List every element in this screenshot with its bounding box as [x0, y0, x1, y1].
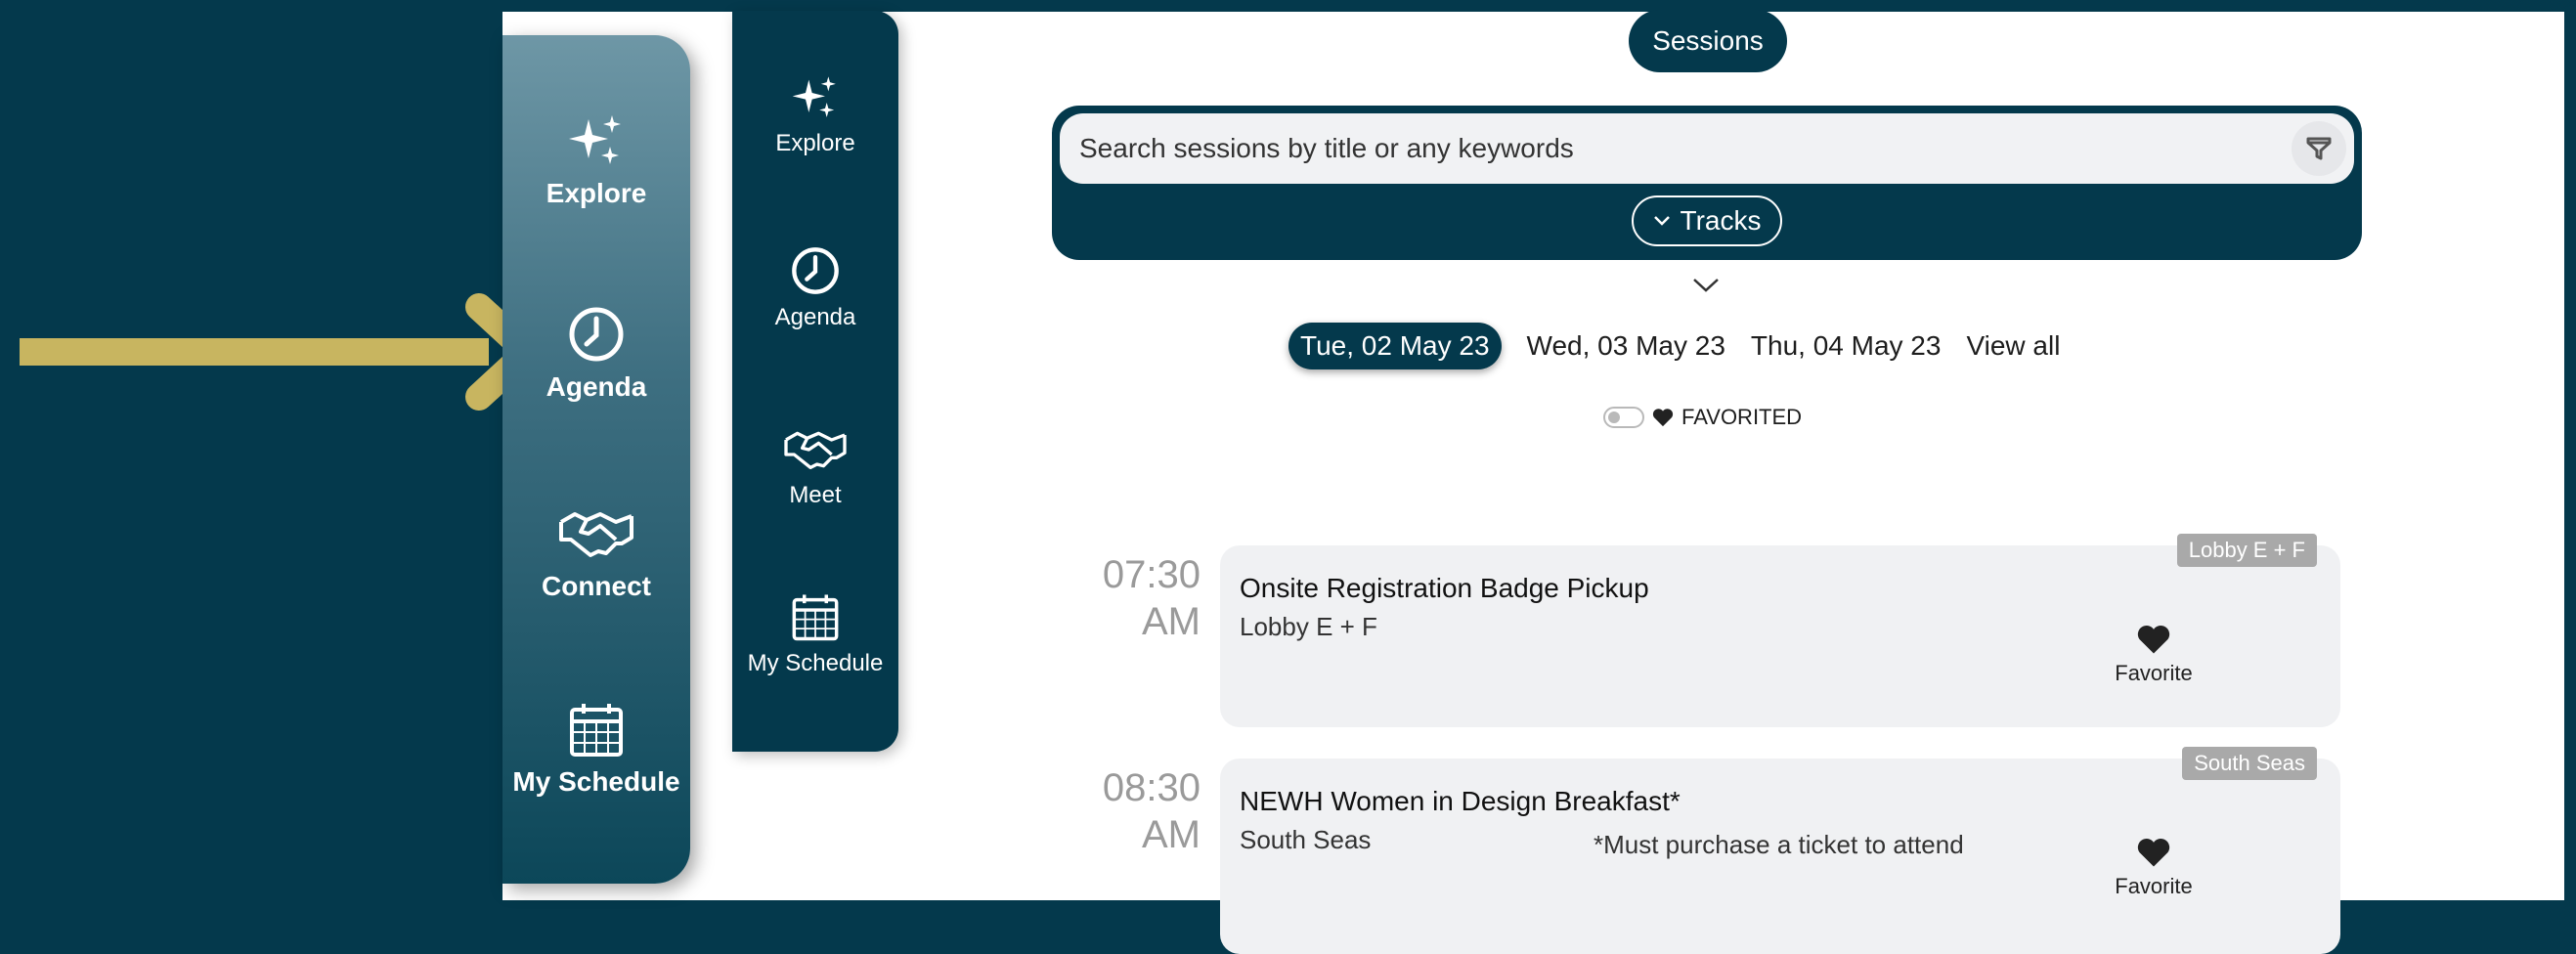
sidebar-item-label: My Schedule [512, 766, 680, 797]
favorite-button[interactable]: Favorite [2100, 624, 2207, 686]
view-all-tab[interactable]: View all [1966, 330, 2060, 362]
handshake-icon [559, 512, 633, 557]
favorite-label: Favorite [2115, 874, 2193, 898]
session-time: 08:30 AM [1093, 764, 1201, 858]
sidebar-item-my-schedule[interactable]: My Schedule [732, 591, 898, 677]
sidebar-item-meet[interactable]: Meet [732, 425, 898, 509]
sidebar-item-label: My Schedule [747, 650, 884, 676]
filter-button[interactable] [2292, 121, 2346, 176]
search-panel: Tracks [1052, 106, 2362, 260]
location-tag: Lobby E + F [2176, 534, 2317, 567]
handshake-icon [784, 431, 847, 469]
sidebar-item-label: Meet [789, 482, 842, 508]
sparkles-icon [792, 76, 836, 117]
time-value: 07:30 [1102, 553, 1201, 596]
sidebar-item-label: Explore [775, 130, 855, 156]
time-ampm: AM [1142, 600, 1201, 643]
session-time: 07:30 AM [1093, 551, 1201, 645]
clock-icon [792, 247, 839, 294]
heart-icon [2137, 626, 2170, 654]
sidebar-item-label: Agenda [546, 371, 647, 402]
session-title[interactable]: NEWH Women in Design Breakfast* [1240, 786, 1681, 817]
heart-icon [1652, 409, 1674, 427]
tracks-button[interactable]: Tracks [1632, 195, 1782, 246]
page-title[interactable]: Sessions [1629, 10, 1787, 72]
sidebar-item-explore[interactable]: Explore [502, 111, 690, 209]
sidebar-item-label: Explore [546, 178, 647, 208]
toggle-switch[interactable] [1603, 407, 1644, 428]
date-tabs: Tue, 02 May 23 Wed, 03 May 23 Thu, 04 Ma… [1288, 323, 2060, 369]
clock-icon [569, 307, 624, 362]
sparkles-icon [569, 115, 621, 164]
sidebar: Explore Agenda Meet My Schedule [732, 11, 898, 752]
session-card[interactable]: South Seas NEWH Women in Design Breakfas… [1220, 747, 2340, 954]
location-tag: South Seas [2182, 747, 2317, 780]
highlight-arrow [20, 293, 542, 411]
calendar-icon [570, 704, 623, 757]
tracks-label: Tracks [1680, 205, 1762, 236]
favorite-button[interactable]: Favorite [2100, 837, 2207, 899]
sidebar-item-connect[interactable]: Connect [502, 504, 690, 602]
sidebar-item-label: Agenda [774, 304, 856, 330]
favorited-toggle[interactable]: FAVORITED [1603, 405, 1802, 430]
search-input[interactable] [1060, 113, 2354, 184]
date-tab-selected[interactable]: Tue, 02 May 23 [1288, 323, 1502, 369]
session-location: Lobby E + F [1240, 612, 1377, 641]
session-note: *Must purchase a ticket to attend [1594, 830, 1964, 859]
sidebar-item-agenda[interactable]: Agenda [732, 245, 898, 331]
sidebar-item-explore[interactable]: Explore [732, 73, 898, 157]
date-tab[interactable]: Wed, 03 May 23 [1527, 330, 1725, 362]
favorite-label: Favorite [2115, 661, 2193, 685]
date-tab[interactable]: Thu, 04 May 23 [1751, 330, 1942, 362]
time-ampm: AM [1142, 813, 1201, 856]
time-value: 08:30 [1102, 766, 1201, 809]
sidebar-item-label: Connect [542, 571, 651, 601]
favorited-label: FAVORITED [1681, 405, 1803, 429]
sidebar-item-agenda[interactable]: Agenda [502, 305, 690, 403]
sidebar-zoomed: Explore Agenda Connect My Schedule [502, 35, 690, 884]
chevron-down-icon [1653, 216, 1670, 226]
collapse-chevron-icon[interactable] [1691, 276, 1721, 295]
filter-icon [2306, 137, 2332, 160]
calendar-icon [792, 594, 839, 641]
sidebar-item-my-schedule[interactable]: My Schedule [502, 700, 690, 798]
session-title[interactable]: Onsite Registration Badge Pickup [1240, 573, 1649, 604]
session-card[interactable]: Lobby E + F Onsite Registration Badge Pi… [1220, 534, 2340, 727]
session-location: South Seas [1240, 825, 1372, 854]
heart-icon [2137, 839, 2170, 867]
